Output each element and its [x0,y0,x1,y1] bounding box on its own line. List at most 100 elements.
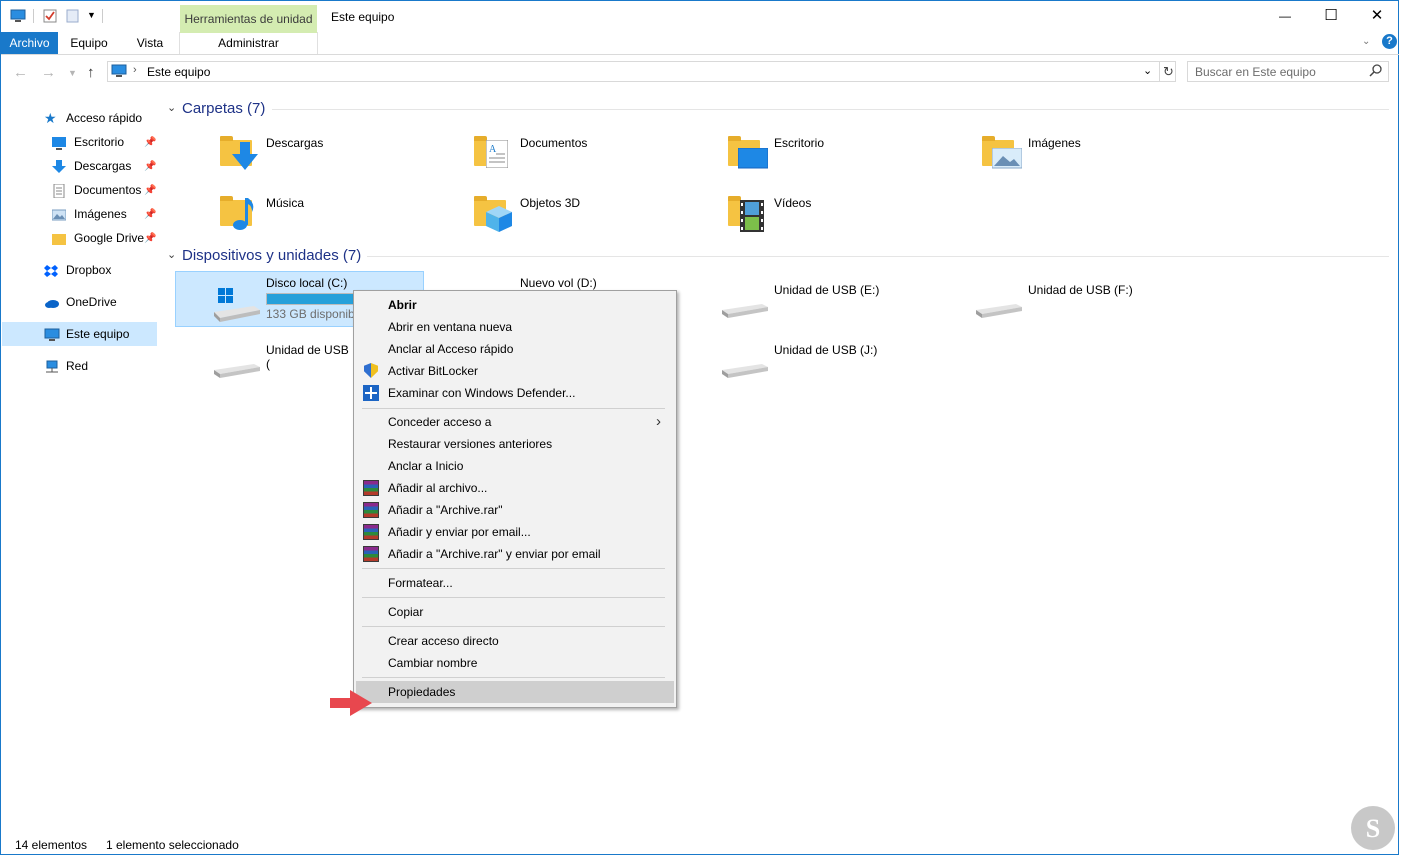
customize-toolbar-icon[interactable]: ▼ [87,10,96,20]
tab-archivo[interactable]: Archivo [1,32,58,54]
menu-item-copiar[interactable]: Copiar [356,601,674,623]
close-button[interactable]: ✕ [1354,1,1400,31]
menu-item-restaurar-versiones[interactable]: Restaurar versiones anteriores [356,433,674,455]
pin-icon[interactable]: 📌 [144,185,156,196]
drive-e-tile[interactable]: Unidad de USB (E:) [720,280,950,324]
address-dropdown-icon[interactable]: ⌄ [1143,64,1152,77]
recent-locations-icon[interactable]: ▼ [68,68,77,78]
sidebar-item-label: Escritorio [74,135,125,149]
pictures-icon [51,207,67,221]
folder-musica[interactable]: Música [220,194,450,238]
sidebar-item-label: Este equipo [66,327,130,341]
search-icon[interactable] [1369,63,1383,82]
folder-imagenes[interactable]: Imágenes [982,134,1212,178]
defender-icon [363,385,379,401]
menu-item-label: Cambiar nombre [388,656,478,670]
drive-j-tile[interactable]: Unidad de USB (J:) [720,340,950,384]
drive-g-tile[interactable]: Unidad de USB ( [212,340,352,384]
folder-documentos[interactable]: A Documentos [474,134,704,178]
desktop-icon [52,135,66,150]
collapse-chevron-icon[interactable]: ⌄ [167,248,176,261]
sidebar-item-label: Dropbox [66,263,112,277]
drive-f-tile[interactable]: Unidad de USB (F:) [974,280,1204,324]
maximize-button[interactable]: ☐ [1308,1,1354,31]
window-frame [0,0,1399,855]
folder-label: Objetos 3D [520,196,581,210]
menu-item-label: Abrir [388,298,417,312]
watermark-logo: S [1351,806,1395,850]
menu-item-propiedades[interactable]: Propiedades [356,681,674,703]
status-bar: 14 elementos 1 elemento seleccionado [0,838,1398,854]
properties-icon[interactable] [43,9,57,23]
menu-item-formatear[interactable]: Formatear... [356,572,674,594]
menu-item-abrir[interactable]: Abrir [356,294,674,316]
folder-label: Imágenes [1028,136,1081,150]
usb-drive-icon [722,304,768,318]
new-folder-icon[interactable] [66,9,80,23]
pin-icon[interactable]: 📌 [144,209,156,220]
menu-item-anadir-enviar-email[interactable]: Añadir y enviar por email... [356,521,674,543]
menu-item-anadir-archivo[interactable]: Añadir al archivo... [356,477,674,499]
menu-item-anadir-rar-enviar-email[interactable]: Añadir a "Archive.rar" y enviar por emai… [356,543,674,565]
group-header-drives[interactable]: Dispositivos y unidades (7) [182,247,361,264]
tab-vista[interactable]: Vista [125,32,175,54]
usb-drive-icon [976,304,1022,318]
menu-item-label: Formatear... [388,576,453,590]
menu-item-label: Abrir en ventana nueva [388,320,513,334]
ribbon-tabs: Archivo Equipo Vista Administrar ⌄ ? [1,32,1399,55]
menu-item-activar-bitlocker[interactable]: Activar BitLocker [356,360,674,382]
pin-icon[interactable]: 📌 [144,137,156,148]
refresh-icon[interactable]: ↻ [1159,61,1177,82]
sidebar-item-label: OneDrive [66,295,117,309]
tab-administrar[interactable]: Administrar [179,32,318,54]
menu-item-crear-acceso-directo[interactable]: Crear acceso directo [356,630,674,652]
menu-item-label: Copiar [388,605,424,619]
menu-item-cambiar-nombre[interactable]: Cambiar nombre [356,652,674,674]
menu-item-anclar-acceso-rapido[interactable]: Anclar al Acceso rápido [356,338,674,360]
folder-icon [52,231,66,245]
tab-equipo[interactable]: Equipo [61,32,117,54]
collapse-ribbon-icon[interactable]: ⌄ [1362,36,1370,47]
menu-item-label: Añadir y enviar por email... [388,525,531,539]
pin-icon[interactable]: 📌 [144,161,156,172]
winrar-icon [363,502,379,518]
document-icon: A [486,140,508,168]
minimize-button[interactable]: — [1262,1,1308,31]
breadcrumb-este-equipo[interactable]: Este equipo [147,65,210,79]
group-divider [367,256,1389,257]
search-input[interactable]: Buscar en Este equipo [1187,61,1389,82]
folder-videos[interactable]: Vídeos [728,194,958,238]
menu-item-label: Anclar a Inicio [388,459,464,473]
forward-arrow-icon[interactable]: → [41,64,56,81]
folder-escritorio[interactable]: Escritorio [728,134,958,178]
collapse-chevron-icon[interactable]: ⌄ [167,101,176,114]
computer-icon[interactable] [10,9,26,23]
drive-label: Unidad de USB (E:) [774,283,880,297]
title-bar: ▼ Herramientas de unidad Este equipo — ☐… [1,1,1400,33]
group-header-folders[interactable]: Carpetas (7) [182,100,265,117]
red-arrow-icon [330,690,372,716]
menu-item-windows-defender[interactable]: Examinar con Windows Defender... [356,382,674,404]
help-icon[interactable]: ? [1382,34,1397,49]
breadcrumb-separator-icon[interactable]: › [133,64,137,76]
group-divider [272,109,1389,110]
menu-item-conceder-acceso[interactable]: Conceder acceso a › [356,411,674,433]
sidebar-item-label: Descargas [74,159,132,173]
drive-free-space: 133 GB disponib [266,307,355,321]
folder-objetos-3d[interactable]: Objetos 3D [474,194,704,238]
menu-item-label: Examinar con Windows Defender... [388,386,576,400]
toolbar-divider [33,9,34,23]
menu-item-anadir-archive-rar[interactable]: Añadir a "Archive.rar" [356,499,674,521]
pin-icon[interactable]: 📌 [144,233,156,244]
menu-item-abrir-ventana-nueva[interactable]: Abrir en ventana nueva [356,316,674,338]
menu-item-anclar-inicio[interactable]: Anclar a Inicio [356,455,674,477]
folder-descargas[interactable]: Descargas [220,134,450,178]
up-arrow-icon[interactable]: ↑ [87,64,95,81]
drive-label: Nuevo vol (D:) [520,276,597,290]
address-bar[interactable]: › Este equipo ⌄ ↻ [107,61,1176,82]
folder-label: Música [266,196,305,210]
sidebar-item-label: Documentos [74,183,142,197]
menu-item-label: Crear acceso directo [388,634,499,648]
computer-icon [111,64,127,81]
back-arrow-icon[interactable]: ← [13,64,28,81]
